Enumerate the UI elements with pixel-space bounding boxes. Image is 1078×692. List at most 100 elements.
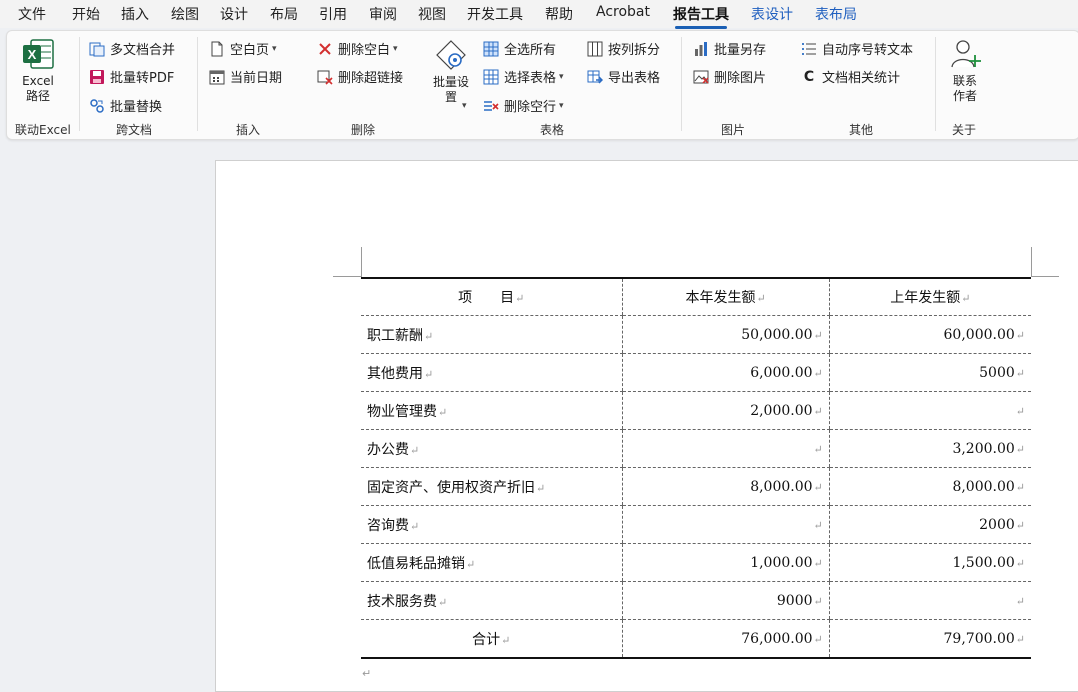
bar-chart-icon (693, 41, 709, 57)
split-by-column-button[interactable]: 按列拆分 (587, 39, 660, 58)
batch-settings-button[interactable]: 批量设 置 ▾ (433, 39, 469, 111)
menu-tab[interactable]: Acrobat (596, 4, 650, 20)
cell-previous-year[interactable]: 2000↵ (828, 505, 1031, 544)
cell-item[interactable]: 物业管理费↵ (361, 391, 623, 430)
crop-mark (1031, 247, 1032, 277)
delete-empty-rows-button[interactable]: 删除空行 ▾ (483, 96, 564, 115)
stats-c-icon: C (803, 68, 815, 85)
table-row: 技术服务费↵ 9000↵ ↵ (361, 581, 1031, 620)
merge-docs-button[interactable]: 多文档合并 (89, 39, 175, 58)
cell-total-previous-year[interactable]: 79,700.00↵ (828, 619, 1031, 659)
cell-previous-year[interactable]: 5000↵ (828, 353, 1031, 392)
cell-total-current-year[interactable]: 76,000.00↵ (621, 619, 830, 659)
group-label-cross-doc: 跨文档 (116, 123, 153, 137)
paragraph-mark: ↵ (362, 667, 372, 680)
cell-current-year[interactable]: ↵ (621, 505, 830, 544)
menu-tab[interactable]: 引用 (319, 4, 347, 24)
numbered-list-icon (801, 41, 817, 57)
delete-hyperlink-button[interactable]: 删除超链接 (317, 67, 403, 86)
menu-tab[interactable]: 开发工具 (467, 4, 523, 24)
separator (197, 37, 198, 131)
auto-number-button[interactable]: 自动序号转文本 (801, 39, 913, 58)
export-table-button[interactable]: 导出表格 (587, 67, 660, 86)
cell-current-year[interactable]: 50,000.00↵ (621, 315, 830, 354)
crop-mark (1031, 276, 1059, 277)
batch-save-button[interactable]: 批量另存 (693, 39, 766, 58)
cell-item[interactable]: 固定资产、使用权资产折旧↵ (361, 467, 623, 506)
menu-tab[interactable]: 表布局 (815, 4, 857, 24)
cell-current-year[interactable]: ↵ (621, 429, 830, 468)
current-date-button[interactable]: 当前日期 (209, 67, 282, 86)
page-icon (209, 41, 225, 57)
select-all-button[interactable]: 全选所有 (483, 39, 556, 58)
cell-item[interactable]: 办公费↵ (361, 429, 623, 468)
cell-previous-year[interactable]: 3,200.00↵ (828, 429, 1031, 468)
header-item[interactable]: 项 目↵ (361, 277, 623, 316)
cell-total-label[interactable]: 合计↵ (361, 619, 623, 659)
cell-previous-year[interactable]: 60,000.00↵ (828, 315, 1031, 354)
separator (935, 37, 936, 131)
delete-blank-button[interactable]: 删除空白 ▾ (317, 39, 398, 58)
excel-path-label: Excel 路径 (22, 74, 54, 103)
cell-item[interactable]: 低值易耗品摊销↵ (361, 543, 623, 582)
cell-previous-year[interactable]: 1,500.00↵ (828, 543, 1031, 582)
add-user-icon (949, 37, 981, 71)
crop-mark (333, 276, 361, 277)
menu-tab[interactable]: 帮助 (545, 4, 573, 24)
ribbon: X Excel 路径 多文档合并 批量转PDF 批量替换 空白页▾ 当前日期 (6, 30, 1078, 140)
menu-tab[interactable]: 表设计 (751, 4, 793, 24)
table-row: 物业管理费↵ 2,000.00↵ ↵ (361, 391, 1031, 430)
cell-item[interactable]: 职工薪酬↵ (361, 315, 623, 354)
cell-current-year[interactable]: 1,000.00↵ (621, 543, 830, 582)
blank-page-button[interactable]: 空白页 ▾ (209, 39, 277, 58)
chevron-down-icon: ▾ (462, 101, 467, 111)
menu-tab[interactable]: 审阅 (369, 4, 397, 24)
menu-tab[interactable]: 文件 (18, 4, 46, 24)
crop-mark (361, 247, 362, 277)
menu-tab[interactable]: 报告工具 (673, 4, 729, 29)
group-label-about: 关于 (952, 123, 977, 137)
group-label-delete: 删除 (351, 123, 376, 137)
chevron-down-icon: ▾ (559, 100, 564, 111)
table-row: 咨询费↵ ↵ 2000↵ (361, 505, 1031, 544)
menu-tab[interactable]: 设计 (220, 4, 248, 24)
cell-previous-year[interactable]: 8,000.00↵ (828, 467, 1031, 506)
table-icon (483, 41, 499, 57)
cell-previous-year[interactable]: ↵ (828, 581, 1031, 620)
document-page[interactable]: 项 目↵ 本年发生额↵ 上年发生额↵ 职工薪酬↵ 50,000.00↵ 60,000… (215, 160, 1078, 692)
header-previous-year[interactable]: 上年发生额↵ (828, 277, 1031, 316)
merge-docs-icon (89, 41, 105, 57)
cell-current-year[interactable]: 6,000.00↵ (621, 353, 830, 392)
table-row: 低值易耗品摊销↵ 1,000.00↵ 1,500.00↵ (361, 543, 1031, 582)
table-row: 办公费↵ ↵ 3,200.00↵ (361, 429, 1031, 468)
menu-tab[interactable]: 插入 (121, 4, 149, 24)
group-label-other: 其他 (849, 123, 874, 137)
cell-current-year[interactable]: 9000↵ (621, 581, 830, 620)
columns-icon (587, 41, 603, 57)
cell-item[interactable]: 咨询费↵ (361, 505, 623, 544)
batch-pdf-button[interactable]: 批量转PDF (89, 67, 174, 86)
separator (681, 37, 682, 131)
menu-tab[interactable]: 视图 (418, 4, 446, 24)
menu-tab[interactable]: 开始 (72, 4, 100, 24)
cell-item[interactable]: 其他费用↵ (361, 353, 623, 392)
doc-stats-button[interactable]: C 文档相关统计 (801, 67, 900, 87)
cell-item[interactable]: 技术服务费↵ (361, 581, 623, 620)
unlink-icon (317, 69, 333, 85)
table-header-row: 项 目↵ 本年发生额↵ 上年发生额↵ (361, 277, 1031, 316)
table-row: 职工薪酬↵ 50,000.00↵ 60,000.00↵ (361, 315, 1031, 354)
header-current-year[interactable]: 本年发生额↵ (621, 277, 830, 316)
cell-previous-year[interactable]: ↵ (828, 391, 1031, 430)
cell-current-year[interactable]: 2,000.00↵ (621, 391, 830, 430)
delete-images-button[interactable]: 删除图片 (693, 67, 766, 86)
select-table-button[interactable]: 选择表格 ▾ (483, 67, 564, 86)
contact-author-button[interactable]: 联系 作者 (949, 37, 981, 104)
menu-tab[interactable]: 绘图 (171, 4, 199, 24)
cell-current-year[interactable]: 8,000.00↵ (621, 467, 830, 506)
menu-tab[interactable]: 布局 (270, 4, 298, 24)
export-icon (587, 69, 604, 85)
batch-replace-button[interactable]: 批量替换 (89, 96, 162, 115)
image-icon (693, 69, 709, 85)
excel-path-button[interactable]: X Excel 路径 (21, 37, 55, 104)
expense-table[interactable]: 项 目↵ 本年发生额↵ 上年发生额↵ 职工薪酬↵ 50,000.00↵ 60,000… (361, 277, 1031, 659)
